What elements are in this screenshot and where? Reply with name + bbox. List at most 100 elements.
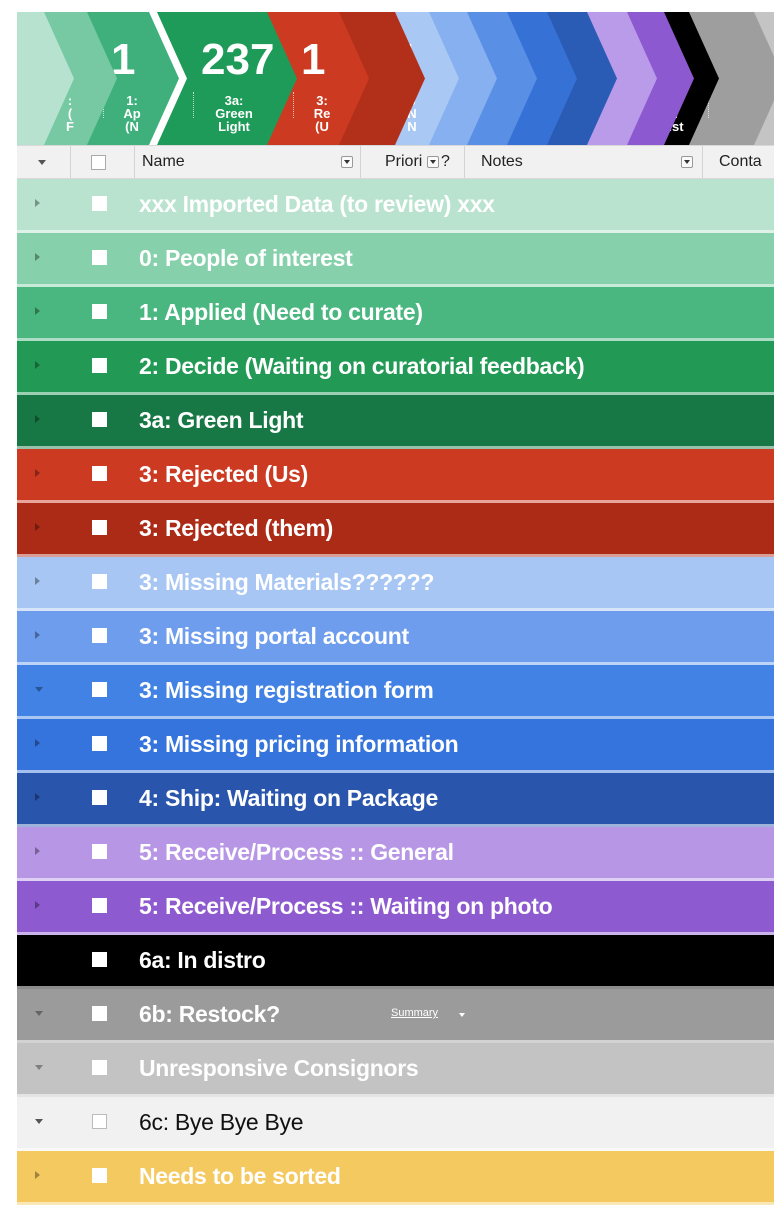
chevron-down-icon[interactable]: [38, 160, 46, 165]
group-name: Needs to be sorted: [139, 1163, 341, 1189]
group-row[interactable]: 2: Decide (Waiting on curatorial feedbac…: [17, 341, 774, 395]
group-row[interactable]: 6a: In distro: [17, 935, 774, 989]
column-notes[interactable]: Notes: [465, 146, 703, 178]
group-name: 4: Ship: Waiting on Package: [139, 785, 439, 811]
chevron-right-icon[interactable]: [35, 577, 40, 585]
chevron-right-icon[interactable]: [35, 199, 40, 207]
group-row[interactable]: 3a: Green Light: [17, 395, 774, 449]
group-checkbox[interactable]: [92, 736, 107, 751]
summary-dropdown-icon[interactable]: [459, 1013, 465, 1017]
group-row[interactable]: 3: Missing registration form: [17, 665, 774, 719]
chevron-right-icon[interactable]: [35, 739, 40, 747]
chevron-down-icon[interactable]: [35, 1065, 43, 1070]
group-row[interactable]: 3: Missing Materials??????: [17, 557, 774, 611]
pipeline-stage-label: [714, 94, 760, 145]
group-name: 2: Decide (Waiting on curatorial feedbac…: [139, 353, 585, 379]
chevron-down-icon[interactable]: [35, 687, 43, 692]
chevron-right-icon[interactable]: [35, 523, 40, 531]
chevron-right-icon[interactable]: [35, 307, 40, 315]
chevron-right-icon[interactable]: [35, 361, 40, 369]
group-name: 6a: In distro: [139, 947, 266, 973]
pipeline-stage-count: 1: [301, 35, 326, 84]
column-priority[interactable]: Priori ?: [361, 146, 465, 178]
group-name: 5: Receive/Process :: Waiting on photo: [139, 893, 553, 919]
chevron-right-icon[interactable]: [35, 955, 40, 963]
group-checkbox[interactable]: [92, 1114, 107, 1129]
group-checkbox[interactable]: [92, 466, 107, 481]
group-summary-link[interactable]: Summary: [391, 1007, 438, 1019]
group-name: 6c: Bye Bye Bye: [139, 1109, 304, 1135]
chevron-right-icon[interactable]: [35, 1171, 40, 1179]
chevron-right-icon[interactable]: [35, 415, 40, 423]
pipeline-stage-divider: [293, 92, 295, 118]
column-notes-dropdown-icon[interactable]: [681, 156, 693, 168]
group-row[interactable]: 6c: Bye Bye Bye: [17, 1097, 774, 1151]
chevron-right-icon[interactable]: [35, 469, 40, 477]
chevron-right-icon[interactable]: [35, 253, 40, 261]
chevron-right-icon[interactable]: [35, 901, 40, 909]
pipeline-stage-bar: :: ( F11: Ap (N2373a: Green Light13: Re …: [17, 12, 774, 145]
group-row[interactable]: xxx Imported Data (to review) xxx: [17, 179, 774, 233]
group-checkbox[interactable]: [92, 250, 107, 265]
group-checkbox[interactable]: [92, 898, 107, 913]
group-checkbox[interactable]: [92, 790, 107, 805]
group-row[interactable]: Unresponsive Consignors: [17, 1043, 774, 1097]
group-checkbox[interactable]: [92, 412, 107, 427]
group-row[interactable]: 3: Rejected (them): [17, 503, 774, 557]
chevron-down-icon[interactable]: [35, 1011, 43, 1016]
pipeline-stage-label: 3a: Green Light: [215, 94, 253, 134]
group-name: 5: Receive/Process :: General: [139, 839, 454, 865]
column-priority-dropdown-icon[interactable]: [427, 156, 439, 168]
group-checkbox[interactable]: [92, 952, 107, 967]
group-row[interactable]: 0: People of interest: [17, 233, 774, 287]
column-priority-suffix: ?: [441, 153, 450, 170]
chevron-down-icon[interactable]: [35, 1119, 43, 1124]
group-name: Unresponsive Consignors: [139, 1055, 419, 1081]
pipeline-stage-divider: [193, 92, 195, 118]
group-name: 3: Rejected (Us): [139, 461, 309, 487]
group-row[interactable]: 1: Applied (Need to curate): [17, 287, 774, 341]
group-row[interactable]: 5: Receive/Process :: Waiting on photo: [17, 881, 774, 935]
group-name: 0: People of interest: [139, 245, 353, 271]
select-all-checkbox[interactable]: [91, 155, 106, 170]
chevron-right-icon[interactable]: [35, 793, 40, 801]
group-checkbox[interactable]: [92, 1006, 107, 1021]
group-checkbox[interactable]: [92, 304, 107, 319]
group-checkbox[interactable]: [92, 574, 107, 589]
column-name[interactable]: Name: [135, 146, 361, 178]
pipeline-stage-label: 1: Ap (N: [123, 94, 141, 134]
collapse-all-column[interactable]: [17, 146, 71, 178]
group-name: 3: Rejected (them): [139, 515, 333, 541]
group-checkbox[interactable]: [92, 628, 107, 643]
group-row[interactable]: 3: Missing portal account: [17, 611, 774, 665]
pipeline-stage-label: 3: Re (U: [313, 94, 331, 134]
column-contact-label: Conta: [719, 153, 762, 170]
group-name: 3: Missing portal account: [139, 623, 409, 649]
group-name: 3: Missing Materials??????: [139, 569, 435, 595]
group-row[interactable]: 6b: Restock? Summary: [17, 989, 774, 1043]
group-name: xxx Imported Data (to review) xxx: [139, 191, 495, 217]
group-checkbox[interactable]: [92, 358, 107, 373]
group-name: 3: Missing registration form: [139, 677, 434, 703]
pipeline-stage-label: [17, 94, 50, 145]
column-notes-label: Notes: [481, 153, 523, 170]
column-name-dropdown-icon[interactable]: [341, 156, 353, 168]
group-row[interactable]: Needs to be sorted: [17, 1151, 774, 1205]
group-checkbox[interactable]: [92, 520, 107, 535]
pipeline-stage-count: 237: [201, 35, 275, 84]
group-checkbox[interactable]: [92, 682, 107, 697]
group-row[interactable]: 3: Missing pricing information: [17, 719, 774, 773]
chevron-right-icon[interactable]: [35, 631, 40, 639]
column-priority-label: Priori: [385, 153, 423, 170]
pipeline-stage-label: [355, 94, 401, 145]
group-checkbox[interactable]: [92, 196, 107, 211]
group-checkbox[interactable]: [92, 1060, 107, 1075]
group-row[interactable]: 5: Receive/Process :: General: [17, 827, 774, 881]
group-row[interactable]: 3: Rejected (Us): [17, 449, 774, 503]
group-checkbox[interactable]: [92, 844, 107, 859]
group-row[interactable]: 4: Ship: Waiting on Package: [17, 773, 774, 827]
group-name: 6b: Restock?: [139, 1001, 280, 1027]
chevron-right-icon[interactable]: [35, 847, 40, 855]
column-contact[interactable]: Conta: [703, 146, 774, 178]
group-checkbox[interactable]: [92, 1168, 107, 1183]
